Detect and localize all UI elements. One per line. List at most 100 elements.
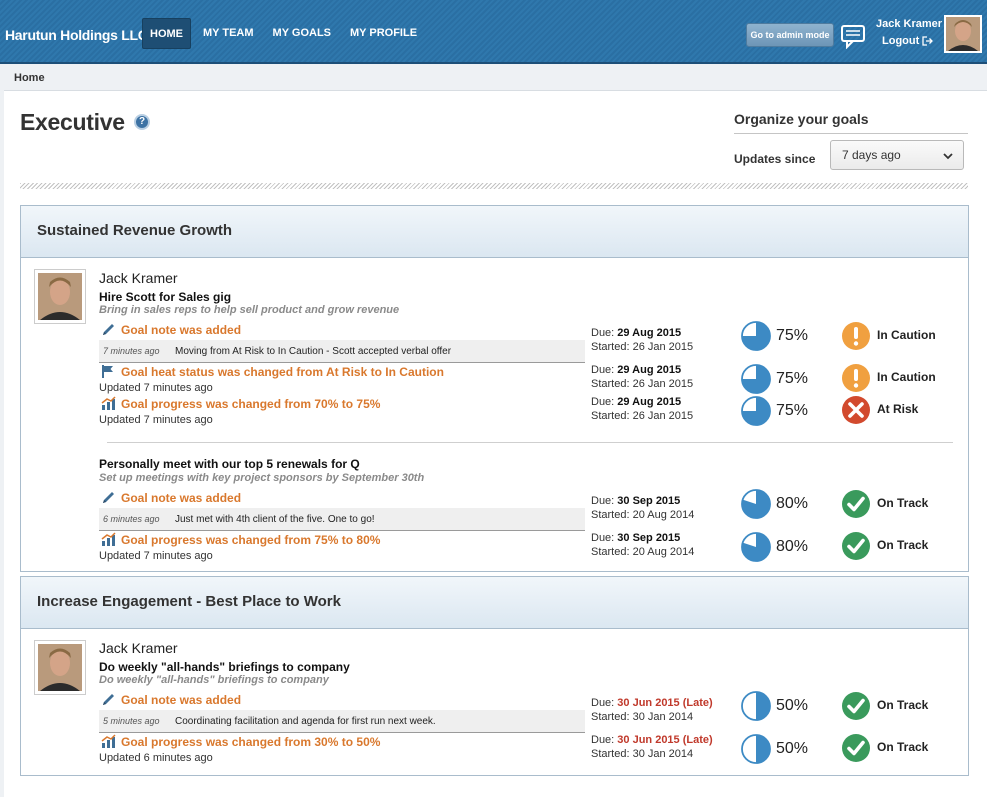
person-photo: [38, 644, 82, 691]
updates-since-label: Updates since: [734, 152, 816, 166]
due-date: Due: 30 Jun 2015 (Late): [591, 697, 713, 709]
person-avatar[interactable]: [34, 640, 86, 695]
caution-icon: [842, 364, 870, 392]
due-value: 29 Aug 2015: [617, 327, 682, 339]
goal-description: Set up meetings with key project sponsor…: [99, 472, 425, 484]
due-value: 29 Aug 2015: [617, 364, 682, 376]
status-label: On Track: [877, 496, 929, 510]
due-value: 29 Aug 2015: [617, 396, 682, 408]
due-date: Due: 29 Aug 2015: [591, 364, 681, 376]
activity-event[interactable]: Goal heat status was changed from At Ris…: [101, 364, 444, 379]
due-date: Due: 29 Aug 2015: [591, 396, 681, 408]
avatar-photo-frame: [38, 273, 82, 320]
due-prefix: Due:: [591, 396, 618, 408]
nav-my-profile[interactable]: MY PROFILE: [343, 18, 424, 49]
progress-chart-icon: [101, 532, 116, 546]
due-prefix: Due:: [591, 495, 618, 507]
status-label: In Caution: [877, 328, 936, 342]
updated-timestamp: Updated 7 minutes ago: [99, 414, 213, 426]
activity-event[interactable]: Goal progress was changed from 70% to 75…: [101, 396, 380, 411]
on-track-icon: [842, 532, 870, 560]
due-value: 30 Sep 2015: [617, 495, 681, 507]
divider: [734, 133, 968, 134]
status-label: At Risk: [877, 402, 919, 416]
brand-name[interactable]: Harutun Holdings LLC: [5, 27, 148, 43]
logout-icon[interactable]: [922, 36, 934, 46]
activity-event[interactable]: Goal note was added: [101, 692, 241, 707]
admin-mode-button[interactable]: Go to admin mode: [746, 23, 834, 47]
activity-event-label[interactable]: Goal note was added: [121, 491, 241, 505]
pencil-icon: [103, 324, 114, 335]
avatar-photo-frame: [38, 644, 82, 691]
person-name[interactable]: Jack Kramer: [99, 640, 178, 656]
status-label: On Track: [877, 538, 929, 552]
on-track-icon: [842, 734, 870, 762]
start-date: Started: 26 Jan 2015: [591, 341, 694, 353]
progress-pie: [741, 691, 771, 721]
note-timestamp: 7 minutes ago: [103, 346, 160, 356]
goal-title[interactable]: Personally meet with our top 5 renewals …: [99, 457, 360, 471]
section-title[interactable]: Sustained Revenue Growth: [21, 206, 968, 258]
updates-since-select[interactable]: 7 days ago: [830, 140, 964, 170]
user-avatar[interactable]: [944, 15, 982, 53]
activity-event-label[interactable]: Goal progress was changed from 70% to 75…: [121, 397, 380, 411]
at-risk-icon: [842, 396, 870, 424]
help-icon[interactable]: ?: [134, 114, 150, 130]
activity-event[interactable]: Goal note was added: [101, 322, 241, 337]
activity-event-label[interactable]: Goal note was added: [121, 323, 241, 337]
note-timestamp: 5 minutes ago: [103, 716, 160, 726]
progress-percent: 80%: [776, 495, 809, 512]
goal-title[interactable]: Do weekly "all-hands" briefings to compa…: [99, 660, 350, 674]
activity-event-label[interactable]: Goal heat status was changed from At Ris…: [121, 365, 444, 379]
logout-label[interactable]: Logout: [882, 35, 919, 47]
progress-pie: [741, 734, 771, 764]
goal-divider: [107, 442, 953, 443]
activity-event[interactable]: Goal progress was changed from 30% to 50…: [101, 734, 380, 749]
progress-pie: [741, 364, 771, 394]
start-date: Started: 30 Jan 2014: [591, 748, 694, 760]
progress-pie: [741, 321, 771, 351]
activity-event-label[interactable]: Goal note was added: [121, 693, 241, 707]
due-prefix: Due:: [591, 734, 618, 746]
due-value: 30 Jun 2015 (Late): [617, 697, 713, 709]
start-date: Started: 26 Jan 2015: [591, 410, 694, 422]
person-name[interactable]: Jack Kramer: [99, 270, 178, 286]
user-photo: [946, 17, 980, 51]
activity-event-label[interactable]: Goal progress was changed from 75% to 80…: [121, 533, 380, 547]
nav-my-goals[interactable]: MY GOALS: [266, 18, 338, 49]
goal-description: Do weekly "all-hands" briefings to compa…: [99, 674, 329, 686]
hatch-divider: [20, 183, 968, 189]
start-date: Started: 20 Aug 2014: [591, 509, 695, 521]
pencil-icon: [103, 492, 114, 503]
start-date: Started: 26 Jan 2015: [591, 378, 694, 390]
updated-timestamp: Updated 7 minutes ago: [99, 550, 213, 562]
nav-home[interactable]: HOME: [142, 18, 191, 49]
due-value: 30 Sep 2015: [617, 532, 681, 544]
activity-event-label[interactable]: Goal progress was changed from 30% to 50…: [121, 735, 380, 749]
main-panel: Executive ? Organize your goals Updates …: [4, 90, 987, 797]
progress-chart-icon: [101, 734, 116, 748]
activity-event[interactable]: Goal note was added: [101, 490, 241, 505]
goal-note: 6 minutes ago Just met with 4th client of…: [99, 508, 585, 531]
due-date: Due: 30 Sep 2015: [591, 532, 680, 544]
breadcrumb[interactable]: Home: [14, 72, 45, 84]
due-prefix: Due:: [591, 364, 618, 376]
messages-icon[interactable]: [840, 23, 866, 49]
due-date: Due: 30 Sep 2015: [591, 495, 680, 507]
note-text: Coordinating facilitation and agenda for…: [175, 715, 436, 727]
due-value: 30 Jun 2015 (Late): [617, 734, 713, 746]
progress-pie: [741, 532, 771, 562]
goal-note: 5 minutes ago Coordinating facilitation a…: [99, 710, 585, 733]
goal-title[interactable]: Hire Scott for Sales gig: [99, 290, 231, 304]
nav-my-team[interactable]: MY TEAM: [196, 18, 261, 49]
person-avatar[interactable]: [34, 269, 86, 324]
flag-icon: [102, 365, 113, 378]
due-prefix: Due:: [591, 697, 618, 709]
activity-event[interactable]: Goal progress was changed from 75% to 80…: [101, 532, 380, 547]
user-name: Jack Kramer: [876, 18, 943, 30]
progress-pie: [741, 396, 771, 426]
section-title[interactable]: Increase Engagement - Best Place to Work: [21, 577, 968, 629]
progress-percent: 75%: [776, 402, 809, 419]
logout-link[interactable]: Logout: [882, 35, 934, 47]
chevron-down-icon: [943, 153, 953, 160]
